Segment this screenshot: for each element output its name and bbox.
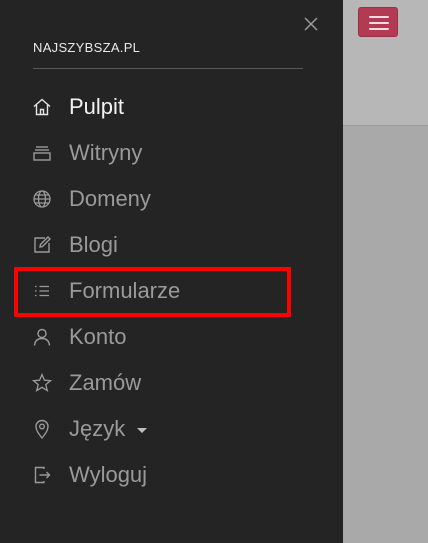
hamburger-menu-button[interactable] [358, 7, 398, 37]
menu-item-wyloguj[interactable]: Wyloguj [30, 457, 290, 493]
menu-item-label: Wyloguj [69, 462, 148, 487]
menu-item-witryny[interactable]: Witryny [30, 135, 290, 171]
menu-item-zamow[interactable]: Zamów [30, 365, 290, 401]
menu-item-konto[interactable]: Konto [30, 319, 290, 355]
hamburger-line [369, 22, 389, 24]
close-drawer-button[interactable] [300, 13, 322, 35]
menu-item-label: Konto [69, 324, 127, 349]
menu-item-label: Domeny [69, 186, 151, 211]
divider [33, 68, 303, 69]
menu-item-jezyk[interactable]: Język [30, 411, 290, 447]
menu-item-blogi[interactable]: Blogi [30, 227, 290, 263]
menu-item-pulpit[interactable]: Pulpit [30, 89, 290, 125]
menu-item-label: Witryny [69, 140, 143, 165]
menu-item-domeny[interactable]: Domeny [30, 181, 290, 217]
side-drawer: NAJSZYBSZA.PL Pulpit Witryny Domeny Blog… [0, 0, 343, 543]
menu-item-label: Zamów [69, 370, 142, 395]
close-icon [304, 17, 318, 31]
edit-icon [30, 233, 54, 257]
menu-item-label: Język [69, 416, 126, 441]
home-icon [30, 95, 54, 119]
stack-icon [30, 141, 54, 165]
menu-item-label: Blogi [69, 232, 118, 257]
map-pin-icon [30, 417, 54, 441]
highlight-annotation-box [14, 267, 291, 317]
globe-icon [30, 187, 54, 211]
hamburger-line [369, 16, 389, 18]
logout-icon [30, 463, 54, 487]
menu-item-label: Pulpit [69, 94, 125, 119]
brand-name[interactable]: NAJSZYBSZA.PL [33, 40, 140, 55]
chevron-down-icon [137, 427, 148, 433]
hamburger-line [369, 28, 389, 30]
star-icon [30, 371, 54, 395]
user-icon [30, 325, 54, 349]
